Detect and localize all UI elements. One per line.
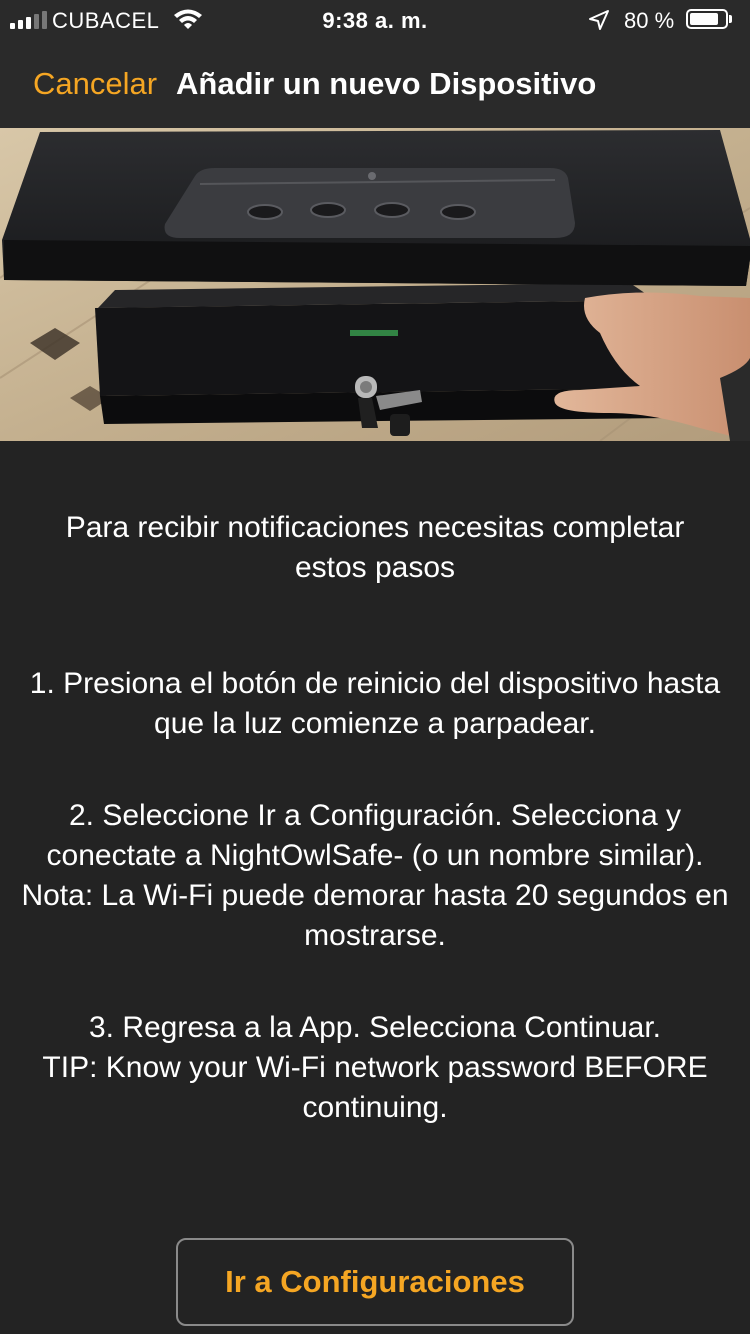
battery-percent: 80 % bbox=[624, 8, 675, 33]
step-3: 3. Regresa a la App. Selecciona Continua… bbox=[20, 1008, 730, 1128]
step-3-text: 3. Regresa a la App. Selecciona Continua… bbox=[88, 1011, 662, 1044]
cancel-button[interactable]: Cancelar bbox=[33, 66, 157, 102]
location-arrow-icon bbox=[588, 9, 610, 37]
page-title: Añadir un nuevo Dispositivo bbox=[176, 66, 597, 101]
intro-text: Para recibir notificaciones necesitas co… bbox=[65, 511, 685, 584]
step-3-tip: TIP: Know your Wi-Fi network password BE… bbox=[42, 1051, 708, 1124]
battery-tip bbox=[729, 15, 732, 23]
step-2-text: 2. Seleccione Ir a Configuración. Selecc… bbox=[46, 799, 704, 872]
step-2: 2. Seleccione Ir a Configuración. Selecc… bbox=[20, 796, 730, 956]
step-1-text: 1. Presiona el botón de reinicio del dis… bbox=[29, 667, 721, 740]
navigation-bar: Cancelar Añadir un nuevo Dispositivo bbox=[0, 40, 750, 128]
step-1: 1. Presiona el botón de reinicio del dis… bbox=[20, 664, 730, 744]
go-to-settings-button[interactable]: Ir a Configuraciones bbox=[176, 1238, 574, 1326]
battery-icon bbox=[686, 9, 728, 29]
steps-list: 1. Presiona el botón de reinicio del dis… bbox=[20, 664, 730, 1128]
device-photo bbox=[0, 128, 750, 441]
step-2-note: Nota: La Wi-Fi puede demorar hasta 20 se… bbox=[21, 879, 729, 952]
status-bar: CUBACEL 9:38 a. m. 80 % bbox=[0, 0, 750, 40]
